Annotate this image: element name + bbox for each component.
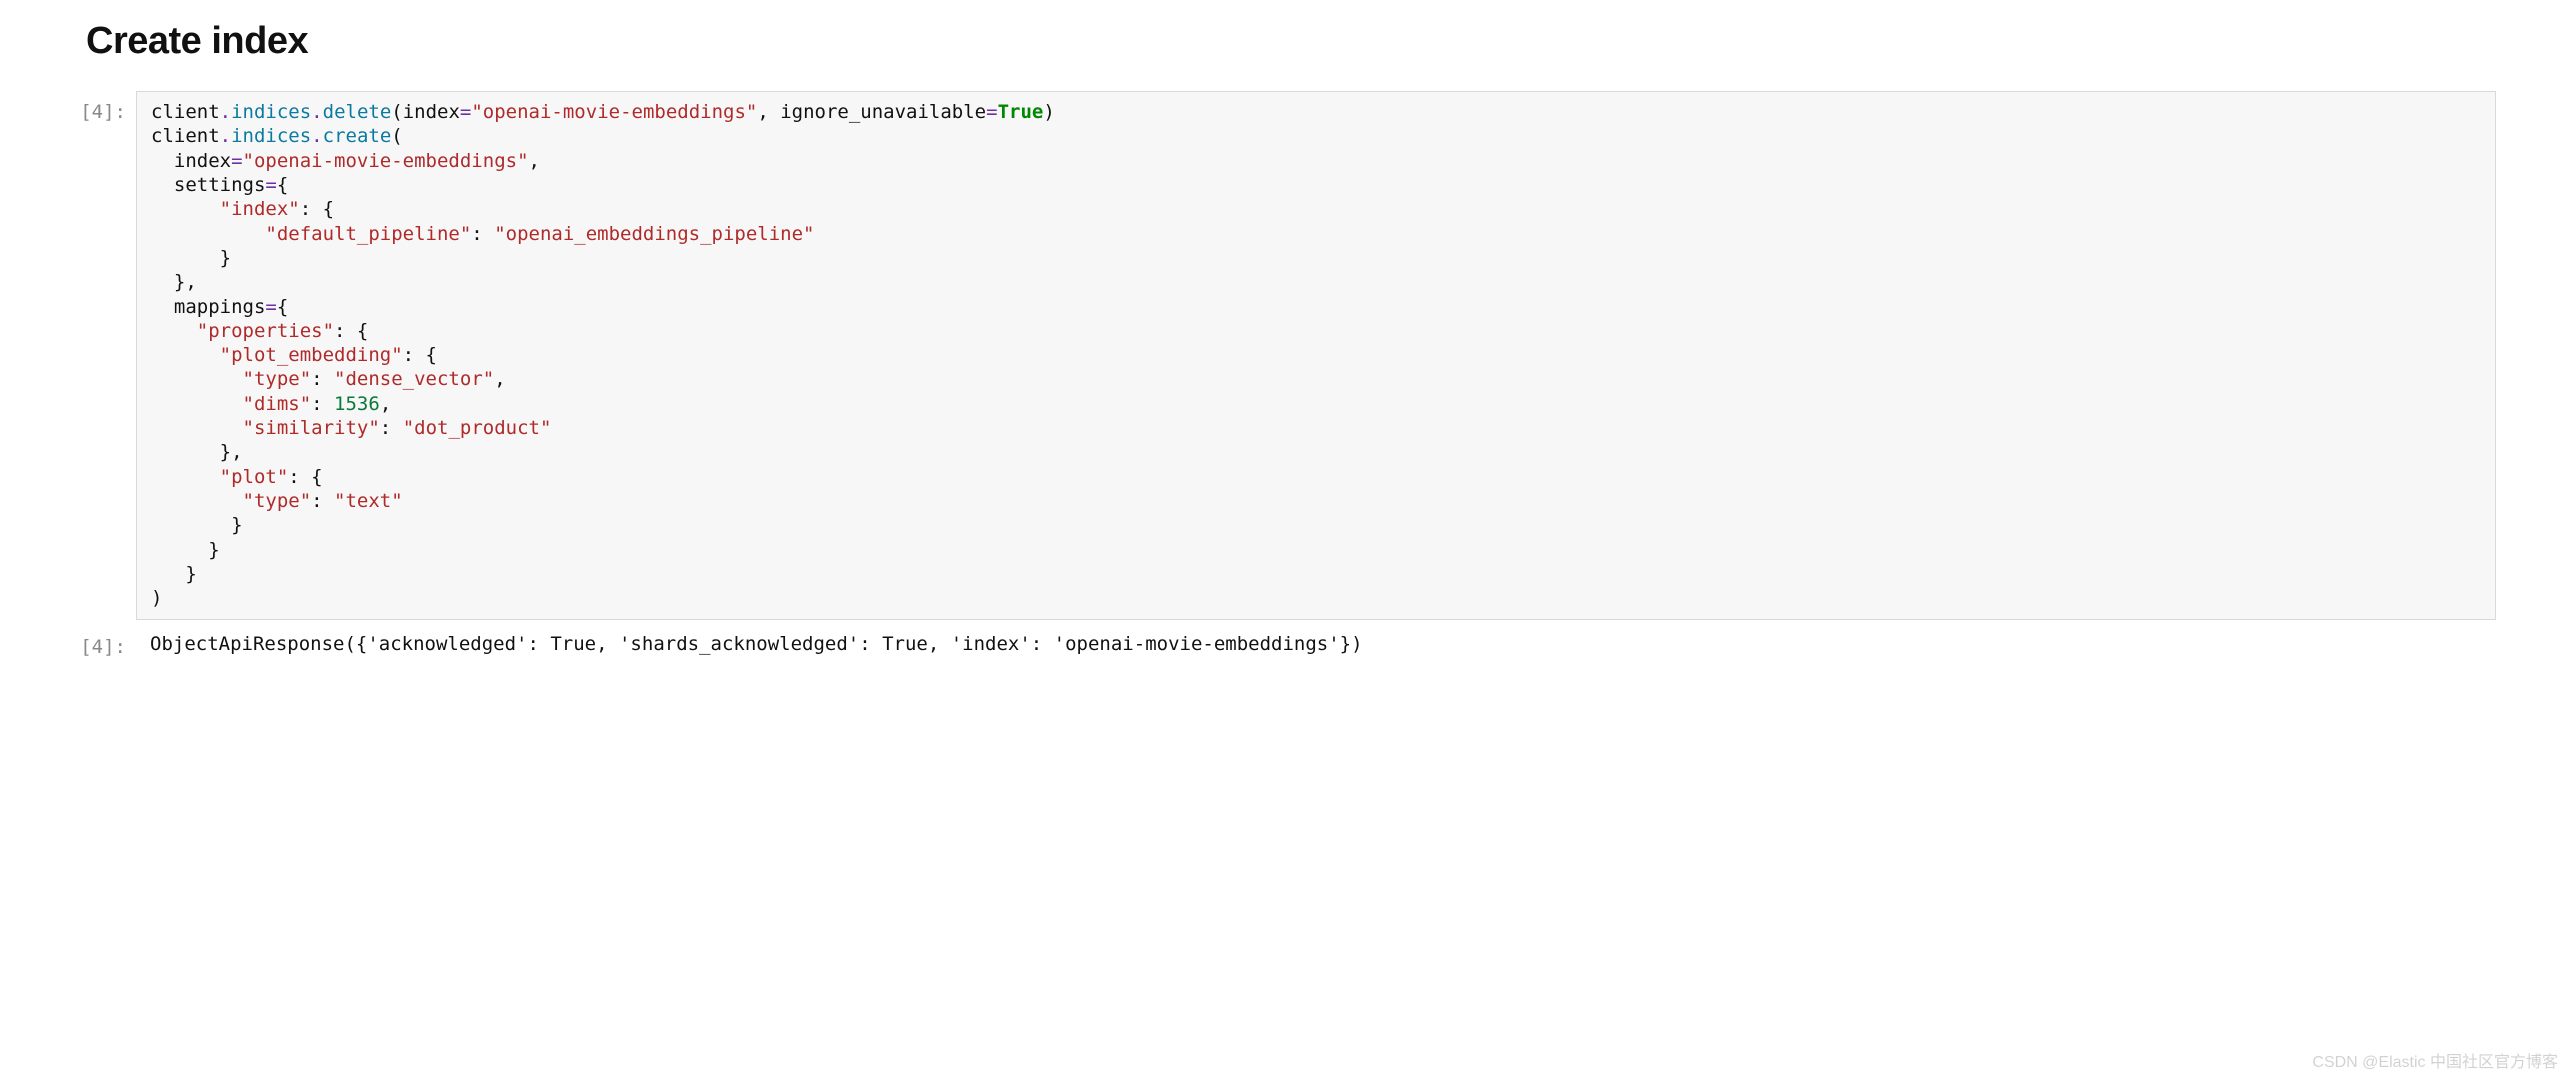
output-content: ObjectApiResponse({'acknowledged': True,… (150, 632, 2482, 656)
input-prompt: [4]: (80, 91, 136, 123)
input-cell: [4]: client.indices.delete(index="openai… (80, 91, 2496, 620)
code-output-area: ObjectApiResponse({'acknowledged': True,… (136, 626, 2496, 662)
section-heading: Create index (86, 20, 2496, 63)
code-input-area[interactable]: client.indices.delete(index="openai-movi… (136, 91, 2496, 620)
code-content: client.indices.delete(index="openai-movi… (151, 100, 2481, 611)
watermark-text: CSDN @Elastic 中国社区官方博客 (2312, 1048, 2558, 1072)
notebook-page: Create index [4]: client.indices.delete(… (0, 0, 2576, 688)
output-prompt: [4]: (80, 626, 136, 658)
output-cell: [4]: ObjectApiResponse({'acknowledged': … (80, 626, 2496, 662)
